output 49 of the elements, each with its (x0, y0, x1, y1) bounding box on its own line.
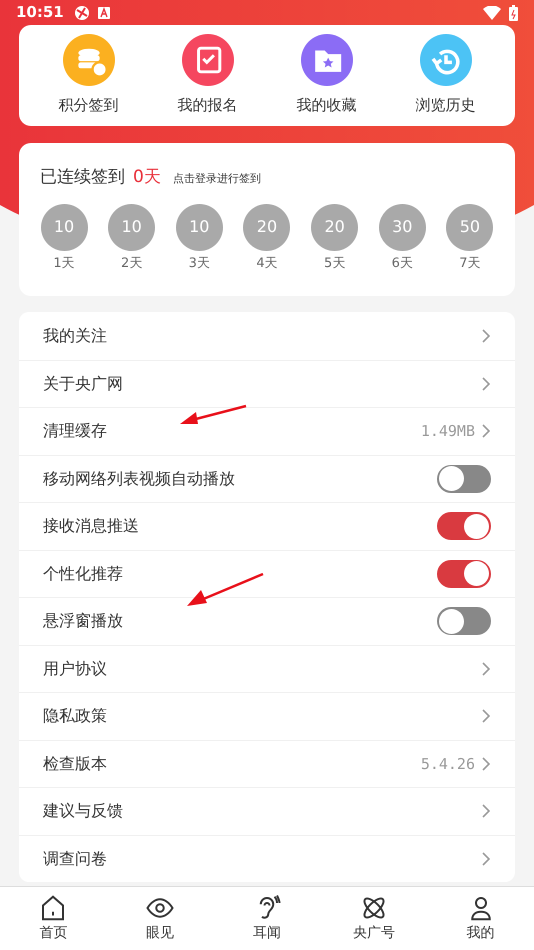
chevron-right-icon (481, 376, 491, 392)
settings-row[interactable]: 隐私政策 (19, 692, 515, 740)
nav-tab[interactable]: 眼见 (120, 893, 200, 944)
checkin-title: 已连续签到 (40, 166, 125, 189)
checkin-days: 0天 (133, 165, 161, 190)
chevron-right-icon (481, 660, 491, 677)
toggle-switch[interactable] (437, 560, 491, 588)
shortcut-button[interactable]: 我的收藏 (276, 34, 376, 117)
wifi-icon (483, 6, 501, 20)
setting-value: 5.4.26 (420, 754, 475, 774)
login-hint[interactable]: 点击登录进行签到 (172, 171, 261, 188)
battery-icon (509, 4, 518, 20)
settings-row[interactable]: 建议与反馈 (19, 787, 515, 834)
shortcut-button[interactable]: 积分签到 (38, 34, 138, 117)
chevron-right-icon (481, 756, 491, 772)
chevron-right-icon (481, 850, 491, 867)
settings-row[interactable]: 悬浮窗播放 (19, 597, 515, 644)
shortcut-button[interactable]: 我的报名 (158, 34, 258, 117)
chevron-right-icon (481, 328, 491, 344)
toggle-switch[interactable] (437, 464, 491, 493)
reward-day: 5天 (324, 254, 346, 273)
settings-row[interactable]: 我的关注 (19, 312, 515, 360)
reward-day: 7天 (459, 254, 481, 273)
nav-tab[interactable]: 我的 (440, 893, 521, 944)
chevron-right-icon (481, 803, 491, 820)
nav-tab[interactable]: 央广号 (334, 893, 414, 944)
settings-row[interactable]: 个性化推荐 (19, 550, 515, 597)
reward-day: 6天 (392, 254, 413, 273)
settings-row[interactable]: 检查版本 5.4.26 (19, 740, 515, 787)
chevron-right-icon (481, 423, 491, 440)
reward-day: 3天 (188, 254, 210, 273)
settings-row[interactable]: 用户协议 (19, 644, 515, 692)
settings-row[interactable]: 关于央广网 (19, 360, 515, 407)
chevron-right-icon (481, 708, 491, 724)
settings-row[interactable]: 调查问卷 (19, 834, 515, 882)
annotation-arrow (178, 403, 248, 427)
reward-day: 4天 (256, 254, 278, 273)
reward-day: 1天 (53, 254, 75, 273)
app-logo-icon (74, 4, 90, 20)
status-time: 10:51 (16, 2, 64, 24)
toggle-switch[interactable] (437, 607, 491, 636)
settings-row[interactable]: 移动网络列表视频自动播放 (19, 454, 515, 502)
toggle-switch[interactable] (437, 512, 491, 540)
nav-tab[interactable]: 首页 (13, 893, 94, 944)
reward-day: 2天 (121, 254, 142, 273)
shortcut-button[interactable]: 浏览历史 (396, 34, 496, 117)
settings-row[interactable]: 接收消息推送 (19, 502, 515, 550)
setting-value: 1.49MB (420, 421, 475, 442)
nav-tab[interactable]: 耳闻 (226, 893, 307, 944)
